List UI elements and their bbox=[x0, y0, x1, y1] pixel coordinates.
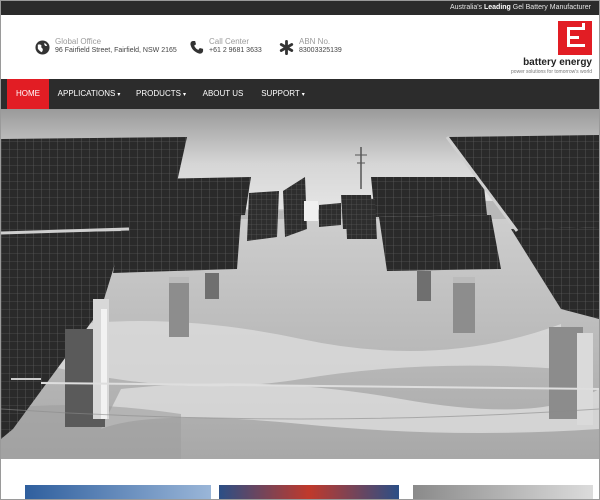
logo-mark bbox=[558, 21, 592, 55]
call-center-phone[interactable]: +61 2 9681 3633 bbox=[209, 47, 262, 54]
nav-item-support-label: SUPPORT bbox=[261, 89, 300, 98]
chevron-down-icon: ▾ bbox=[117, 92, 121, 98]
nav-item-products[interactable]: PRODUCTS ▾ bbox=[131, 79, 191, 109]
abn-label: ABN No. bbox=[299, 37, 331, 46]
nav-item-about-us[interactable]: ABOUT US bbox=[197, 79, 249, 109]
feature-card-image[interactable] bbox=[413, 485, 593, 499]
tagline-prefix: Australia's bbox=[449, 4, 484, 11]
nav-item-support[interactable]: SUPPORT ▾ bbox=[255, 79, 311, 109]
feature-card-image[interactable] bbox=[25, 485, 211, 499]
nav-item-about-us-label: ABOUT US bbox=[202, 89, 244, 98]
top-strip: Australia's Leading Gel Battery Manufact… bbox=[1, 1, 599, 15]
page-frame: Australia's Leading Gel Battery Manufact… bbox=[0, 0, 600, 500]
feature-card-image[interactable] bbox=[219, 485, 399, 499]
tagline-highlight: Leading bbox=[484, 4, 511, 11]
solar-field-illustration bbox=[1, 109, 599, 459]
nav-item-home[interactable]: HOME bbox=[7, 79, 49, 109]
main-navigation: HOME APPLICATIONS ▾ PRODUCTS ▾ ABOUT US SU… bbox=[1, 79, 599, 109]
nav-item-home-label: HOME bbox=[16, 89, 40, 98]
asterisk-icon bbox=[279, 40, 294, 55]
hero-solar-panel-image bbox=[1, 109, 599, 459]
global-office-label: Global Office bbox=[55, 37, 102, 46]
chevron-down-icon: ▾ bbox=[182, 92, 186, 98]
logo-wordmark: battery energy bbox=[523, 57, 592, 68]
abn-info: ABN No. 83003325139 bbox=[279, 37, 359, 59]
site-header: Global Office 96 Fairfield Street, Fairf… bbox=[1, 15, 599, 79]
call-center-label: Call Center bbox=[209, 37, 250, 46]
globe-icon bbox=[35, 40, 50, 55]
global-office-address: 96 Fairfield Street, Fairfield, NSW 2165 bbox=[55, 47, 177, 54]
nav-item-applications-label: APPLICATIONS bbox=[57, 89, 116, 98]
nav-item-products-label: PRODUCTS bbox=[136, 89, 181, 98]
call-center-info: Call Center +61 2 9681 3633 bbox=[189, 37, 279, 59]
tagline-banner: Australia's Leading Gel Battery Manufact… bbox=[450, 1, 591, 15]
feature-cards-strip bbox=[1, 459, 599, 499]
nav-item-applications[interactable]: APPLICATIONS ▾ bbox=[53, 79, 125, 109]
abn-number: 83003325139 bbox=[299, 47, 342, 54]
phone-icon bbox=[189, 40, 204, 55]
logo-tagline: power solutions for tomorrow's world bbox=[511, 69, 592, 75]
tagline-suffix: Gel Battery Manufacturer bbox=[510, 4, 591, 11]
chevron-down-icon: ▾ bbox=[301, 92, 305, 98]
battery-energy-logo[interactable]: battery energy power solutions for tomor… bbox=[508, 19, 598, 77]
global-office-info: Global Office 96 Fairfield Street, Fairf… bbox=[35, 37, 185, 59]
